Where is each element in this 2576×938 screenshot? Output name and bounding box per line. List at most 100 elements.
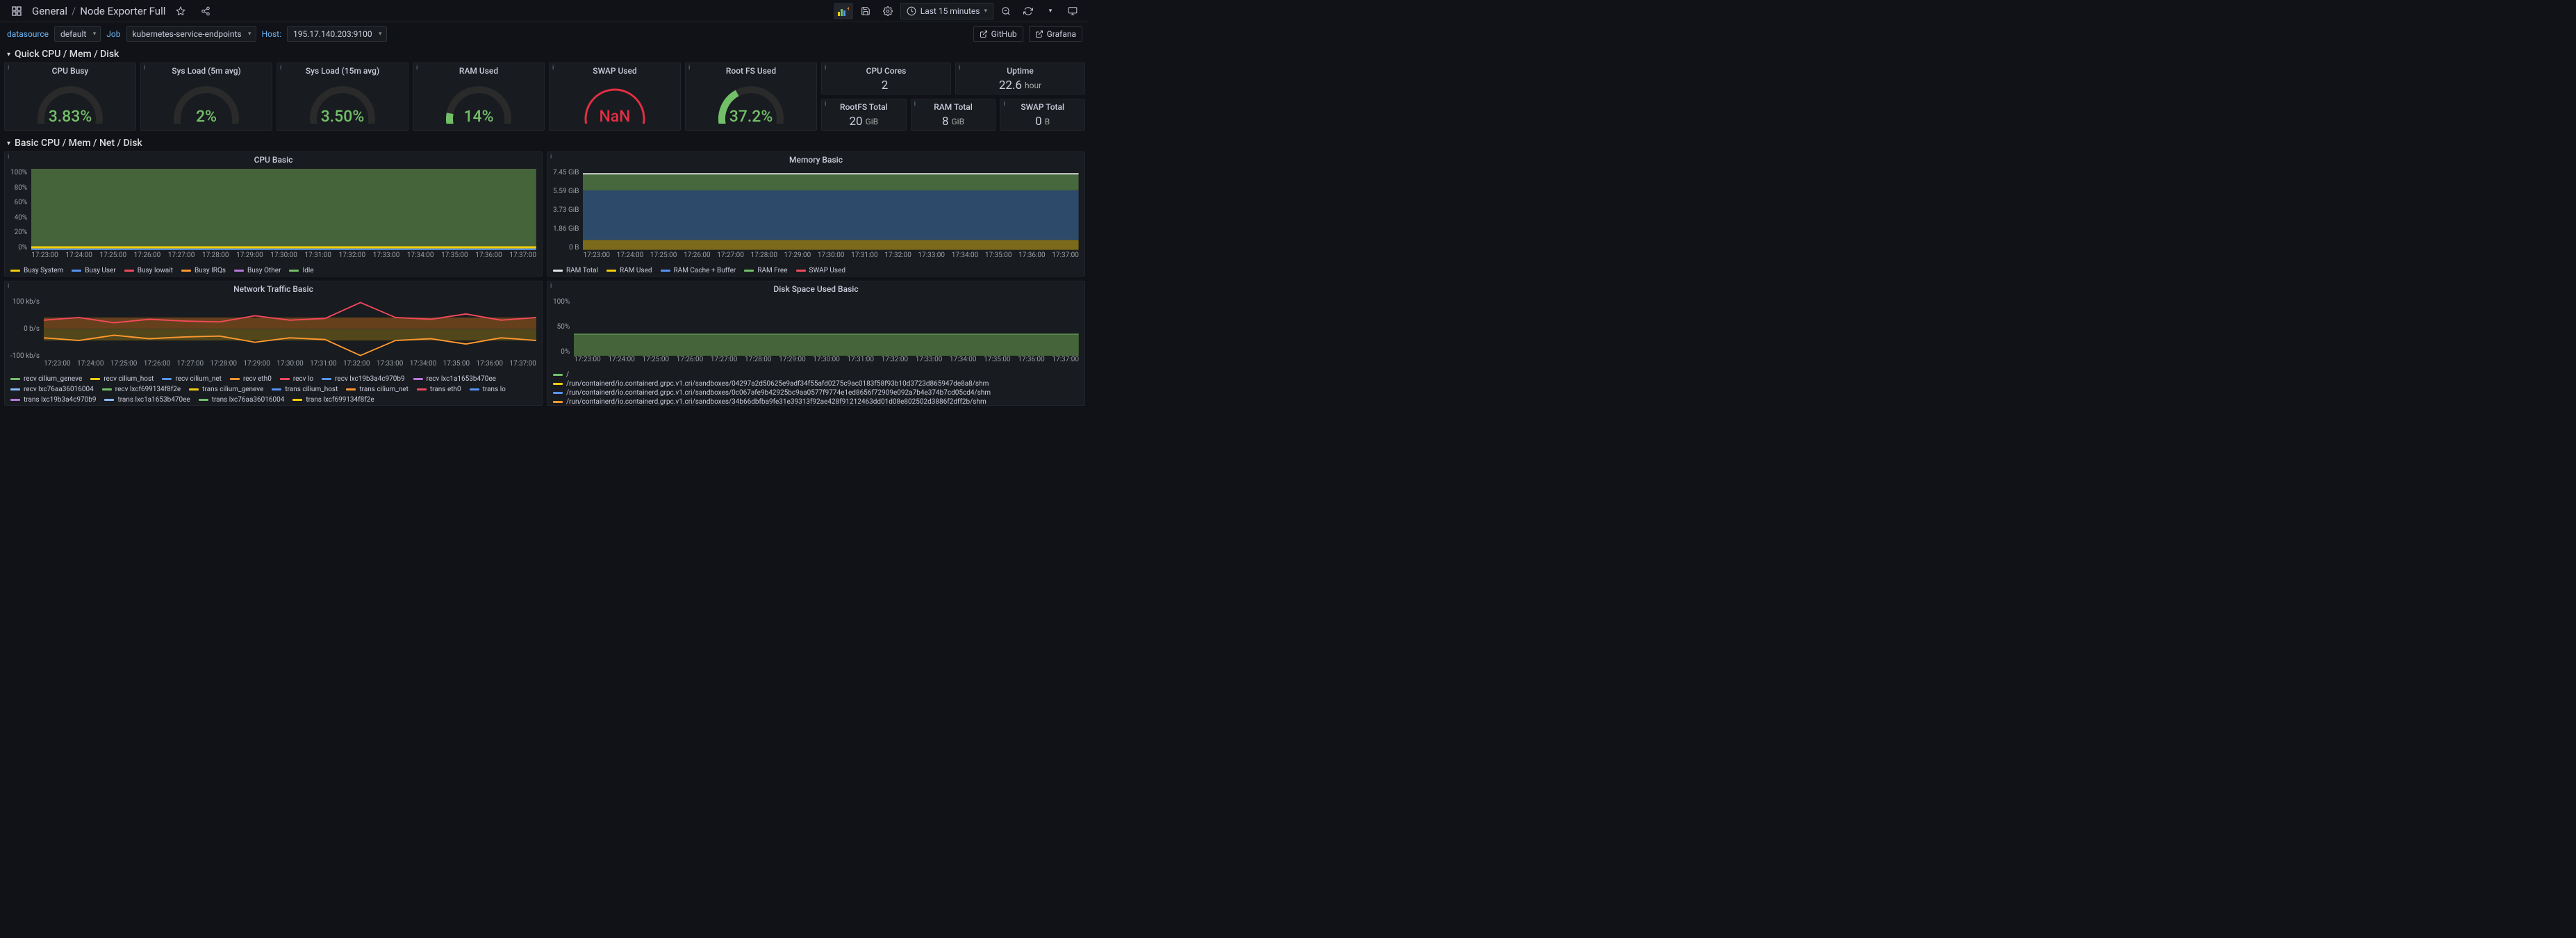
x-axis: 17:23:0017:24:0017:25:0017:26:0017:27:00…: [31, 252, 536, 261]
panel-title: Root FS Used: [686, 63, 816, 77]
chart-canvas[interactable]: [583, 169, 1079, 252]
panel-title: Memory Basic: [547, 152, 1084, 166]
info-icon[interactable]: i: [8, 154, 9, 161]
legend-item[interactable]: recv lo: [280, 375, 313, 383]
info-icon[interactable]: i: [144, 65, 145, 72]
legend-item[interactable]: trans cilium_net: [346, 386, 408, 393]
legend-item[interactable]: RAM Used: [606, 267, 652, 274]
legend-item[interactable]: Busy User: [72, 267, 115, 274]
save-icon[interactable]: [856, 3, 875, 19]
legend-item[interactable]: RAM Total: [553, 267, 598, 274]
legend-item[interactable]: trans cilium_host: [272, 386, 338, 393]
legend-item[interactable]: RAM Free: [744, 267, 787, 274]
legend-swatch: [553, 374, 563, 376]
link-grafana[interactable]: Grafana: [1029, 26, 1082, 42]
legend-label: Busy User: [85, 267, 115, 274]
tv-mode-icon[interactable]: [1063, 3, 1082, 19]
info-icon[interactable]: i: [825, 101, 826, 108]
variables-bar: datasource default Job kubernetes-servic…: [0, 22, 1089, 46]
breadcrumb-root[interactable]: General: [32, 5, 67, 17]
legend-label: /: [566, 371, 569, 379]
gauge[interactable]: 2%: [141, 77, 272, 130]
legend-label: recv lxc76aa36016004: [24, 386, 94, 393]
zoom-out-icon[interactable]: [996, 3, 1016, 19]
legend-item[interactable]: recv lxc76aa36016004: [10, 386, 94, 393]
legend-swatch: [417, 388, 427, 390]
gauge[interactable]: NaN: [550, 77, 680, 130]
info-icon[interactable]: i: [550, 154, 552, 161]
time-range-picker[interactable]: Last 15 minutes ▾: [900, 3, 993, 19]
var-select-job[interactable]: kubernetes-service-endpoints: [126, 26, 256, 42]
info-icon[interactable]: i: [416, 65, 418, 72]
legend-item[interactable]: recv lxcf699134f8f2e: [102, 386, 181, 393]
legend-item[interactable]: Busy System: [10, 267, 63, 274]
var-select-datasource[interactable]: default: [54, 26, 101, 42]
info-icon[interactable]: i: [1003, 101, 1005, 108]
row-header-basic[interactable]: ▾ Basic CPU / Mem / Net / Disk: [0, 135, 1089, 151]
panel-memory-basic: i Memory Basic 7.45 GiB5.59 GiB3.73 GiB1…: [547, 151, 1085, 277]
legend-item[interactable]: trans cilium_geneve: [189, 386, 263, 393]
legend-item[interactable]: trans lxc19b3a4c970b9: [10, 396, 96, 404]
star-icon[interactable]: [171, 3, 190, 19]
info-icon[interactable]: i: [550, 283, 552, 290]
legend-swatch: [661, 270, 670, 272]
info-icon[interactable]: i: [8, 283, 9, 290]
var-select-host[interactable]: 195.17.140.203:9100: [287, 26, 387, 42]
panel-title: Network Traffic Basic: [5, 281, 542, 295]
row-header-quick[interactable]: ▾ Quick CPU / Mem / Disk: [0, 46, 1089, 63]
legend-item[interactable]: trans eth0: [417, 386, 461, 393]
legend-item[interactable]: recv eth0: [230, 375, 272, 383]
chart-canvas[interactable]: [44, 298, 536, 360]
gauge[interactable]: 3.83%: [5, 77, 135, 130]
chart-canvas[interactable]: [574, 298, 1079, 356]
legend-item[interactable]: Busy Iowait: [124, 267, 173, 274]
breadcrumb-page[interactable]: Node Exporter Full: [80, 5, 165, 17]
add-panel-icon[interactable]: +: [834, 3, 853, 19]
info-icon[interactable]: i: [552, 65, 554, 72]
chevron-down-icon: ▾: [984, 8, 987, 15]
info-icon[interactable]: i: [914, 101, 916, 108]
legend-item[interactable]: recv cilium_host: [90, 375, 154, 383]
gauge[interactable]: 37.2%: [686, 77, 816, 130]
info-icon[interactable]: i: [959, 65, 960, 72]
legend-item[interactable]: /run/containerd/io.containerd.grpc.v1.cr…: [553, 398, 986, 406]
refresh-icon[interactable]: [1018, 3, 1038, 19]
legend-label: recv lxcf699134f8f2e: [115, 386, 181, 393]
gauge[interactable]: 3.50%: [277, 77, 408, 130]
legend-label: recv cilium_host: [104, 375, 154, 383]
refresh-interval-dropdown[interactable]: ▾: [1041, 3, 1060, 19]
panel-disk-basic: i Disk Space Used Basic 100%50%0% 17:23:…: [547, 281, 1085, 406]
legend-item[interactable]: trans lo: [470, 386, 506, 393]
info-icon[interactable]: i: [280, 65, 281, 72]
legend-item[interactable]: trans lxc1a1653b470ee: [104, 396, 190, 404]
share-icon[interactable]: [196, 3, 215, 19]
legend-item[interactable]: Busy Other: [234, 267, 281, 274]
legend-item[interactable]: /: [553, 371, 569, 379]
y-axis: 100 kb/s0 b/s-100 kb/s: [10, 298, 44, 370]
legend-item[interactable]: /run/containerd/io.containerd.grpc.v1.cr…: [553, 380, 989, 388]
link-github[interactable]: GitHub: [973, 26, 1023, 42]
stat-panel-swap_total: i SWAP Total 0B: [1000, 99, 1085, 131]
legend-item[interactable]: recv cilium_net: [162, 375, 222, 383]
settings-icon[interactable]: [878, 3, 898, 19]
legend-item[interactable]: trans lxcf699134f8f2e: [292, 396, 374, 404]
legend-item[interactable]: Busy IRQs: [181, 267, 226, 274]
chevron-down-icon: ▾: [7, 51, 10, 58]
gauge[interactable]: 14%: [413, 77, 544, 130]
apps-icon[interactable]: [7, 3, 26, 19]
x-axis: 17:23:0017:24:0017:25:0017:26:0017:27:00…: [574, 356, 1079, 365]
legend-item[interactable]: SWAP Used: [796, 267, 846, 274]
legend-item[interactable]: recv lxc1a1653b470ee: [413, 375, 496, 383]
info-icon[interactable]: i: [688, 65, 690, 72]
legend-item[interactable]: recv lxc19b3a4c970b9: [322, 375, 405, 383]
legend-item[interactable]: /run/containerd/io.containerd.grpc.v1.cr…: [553, 389, 991, 397]
y-axis: 100%80%60%40%20%0%: [10, 169, 31, 261]
info-icon[interactable]: i: [8, 65, 9, 72]
legend-item[interactable]: Idle: [289, 267, 313, 274]
legend-item[interactable]: recv cilium_geneve: [10, 375, 82, 383]
info-icon[interactable]: i: [825, 65, 826, 72]
chart-canvas[interactable]: [31, 169, 536, 252]
legend-item[interactable]: trans lxc76aa36016004: [199, 396, 285, 404]
gauge-panel-swap: i SWAP Used NaN: [549, 63, 681, 131]
legend-item[interactable]: RAM Cache + Buffer: [661, 267, 736, 274]
